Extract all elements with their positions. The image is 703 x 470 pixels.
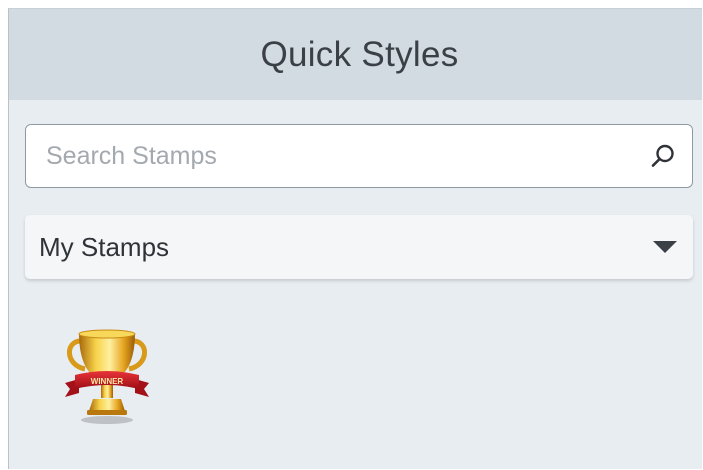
stamp-item[interactable]: WINNER [59, 327, 155, 427]
trophy-winner-stamp-icon: WINNER [65, 329, 149, 424]
panel-title: Quick Styles [260, 34, 459, 74]
search-field[interactable] [25, 124, 693, 188]
quick-styles-panel: Quick Styles My Stamps [8, 8, 702, 469]
chevron-down-icon[interactable] [653, 241, 677, 253]
panel-header: Quick Styles [9, 9, 702, 100]
search-input[interactable] [26, 125, 648, 187]
stamp-category-dropdown[interactable]: My Stamps [25, 215, 693, 279]
search-icon[interactable] [648, 141, 678, 171]
stamp-ribbon-text: WINNER [91, 377, 124, 386]
dropdown-selected-label: My Stamps [39, 231, 170, 262]
